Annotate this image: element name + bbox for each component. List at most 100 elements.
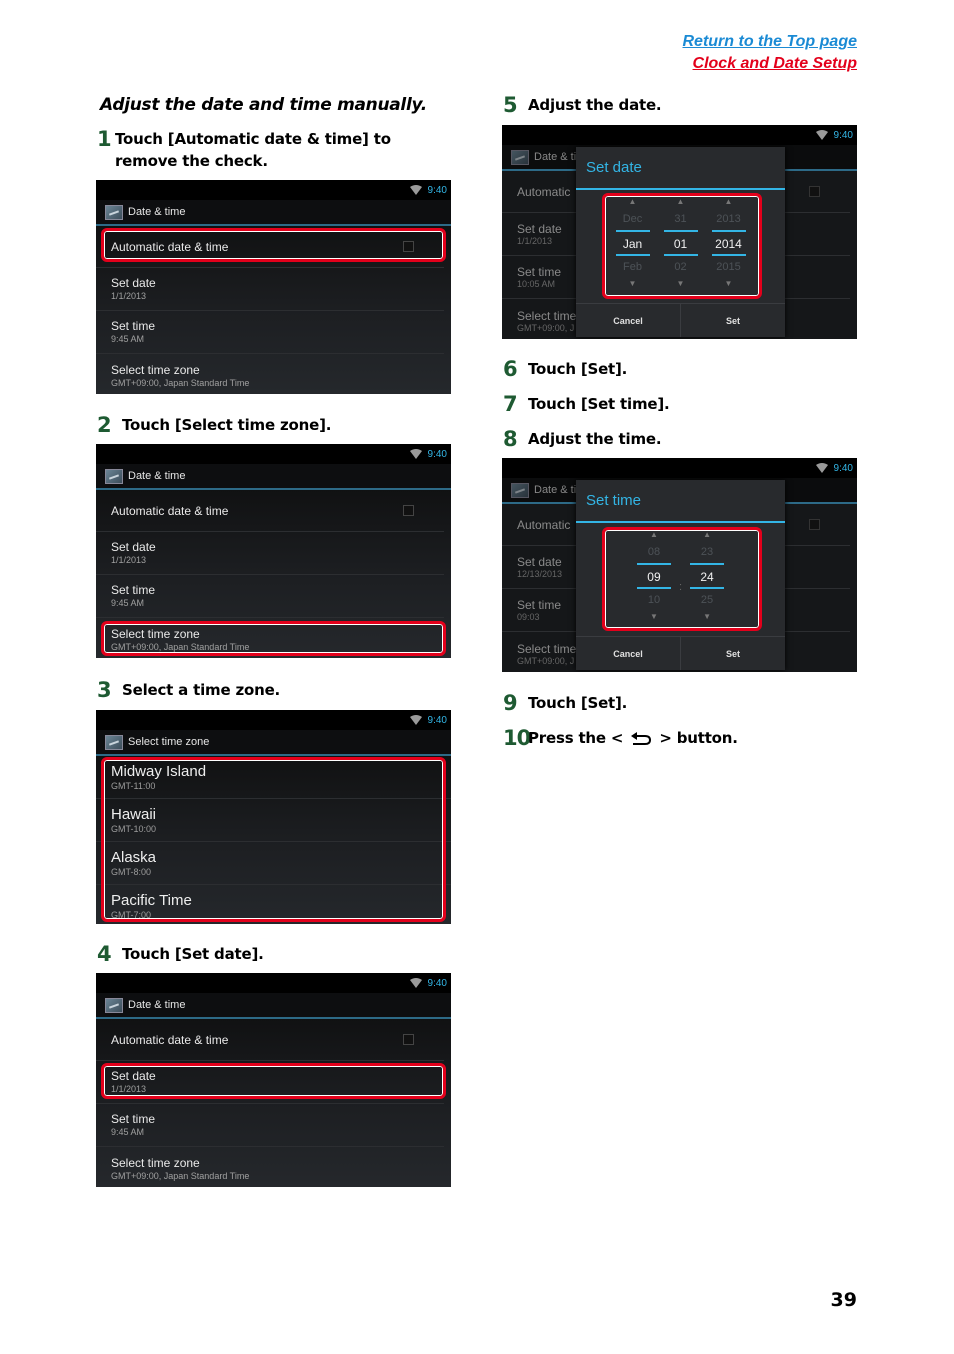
row-subtitle: GMT+09:00, Japan Standard Time <box>111 377 250 388</box>
day-picker[interactable]: ▲ 31 01 02 ▼ <box>663 196 698 310</box>
screenshot-set-time-dialog: 9:40 Date & ti Automatic Set date 12/13/… <box>502 458 857 672</box>
automatic-checkbox[interactable] <box>403 240 414 252</box>
row-subtitle: 9:45 AM <box>111 334 145 344</box>
dialog-title: Set time <box>576 480 785 523</box>
next-value: 25 <box>700 594 714 606</box>
return-to-top-link[interactable]: Return to the Top page <box>682 31 857 53</box>
increment-arrow-icon[interactable]: ▲ <box>677 196 685 208</box>
decrement-arrow-icon[interactable]: ▼ <box>703 611 711 623</box>
status-clock: 9:40 <box>427 714 447 726</box>
set-button[interactable]: Set <box>680 304 785 337</box>
select-time-zone-row[interactable]: Select time zone GMT+09:00, Japan Standa… <box>96 354 444 394</box>
automatic-date-time-row[interactable]: Automatic date & time <box>96 1019 444 1061</box>
increment-arrow-icon[interactable]: ▲ <box>629 196 637 208</box>
time-zone-item[interactable]: Hawaii GMT-10:00 <box>96 799 451 842</box>
row-subtitle: 9:45 AM <box>111 598 145 608</box>
time-zone-item[interactable]: Pacific Time GMT-7:00 <box>96 885 451 924</box>
wifi-icon <box>815 463 828 473</box>
selected-value[interactable]: 24 <box>690 563 725 589</box>
hour-picker[interactable]: ▲ 08 09 10 ▼ <box>636 529 671 643</box>
row-title: Select time zone <box>111 362 200 377</box>
action-bar-title: Date & ti <box>534 151 577 163</box>
increment-arrow-icon[interactable]: ▲ <box>650 529 658 541</box>
step-text: Touch [Set]. <box>528 360 628 378</box>
select-time-zone-row[interactable]: Select time zone GMT+09:00, Japan Standa… <box>96 1147 444 1187</box>
screenshot-time-zone-list: 9:40 Select time zone Midway Island GMT-… <box>96 710 451 924</box>
action-bar: Date & time <box>96 200 451 226</box>
automatic-date-time-row[interactable]: Automatic date & time <box>96 226 444 268</box>
time-zone-offset: GMT-8:00 <box>111 866 152 877</box>
step-text-before: Press the < <box>528 729 624 747</box>
step-number: 6 <box>503 357 518 381</box>
increment-arrow-icon[interactable]: ▲ <box>703 529 711 541</box>
automatic-checkbox[interactable] <box>403 1033 414 1045</box>
step-text: Touch [Select time zone]. <box>122 416 332 434</box>
step-text: Select a time zone. <box>122 681 281 699</box>
status-bar: 9:40 <box>502 125 857 145</box>
wifi-icon <box>409 449 422 459</box>
minute-picker[interactable]: ▲ 23 24 25 ▼ <box>690 529 725 643</box>
step-1: 1 Touch [Automatic date & time] to remov… <box>97 128 427 172</box>
step-text: Adjust the date. <box>528 96 662 114</box>
row-title: Automatic date & time <box>111 503 229 518</box>
cancel-button[interactable]: Cancel <box>576 637 680 670</box>
time-zone-name: Alaska <box>111 848 157 866</box>
select-time-zone-row[interactable]: Select time zone GMT+09:00, Japan Standa… <box>96 618 444 658</box>
year-picker[interactable]: ▲ 2013 2014 2015 ▼ <box>711 196 746 310</box>
row-subtitle: GMT+09:00, Japan Standard Time <box>111 641 250 652</box>
selected-value[interactable]: 09 <box>636 563 671 589</box>
row-subtitle: 9:45 AM <box>111 1127 145 1137</box>
selected-value[interactable]: Jan <box>615 230 650 256</box>
selected-value[interactable]: 01 <box>663 230 698 256</box>
automatic-checkbox[interactable] <box>403 504 414 516</box>
set-date-row[interactable]: Set date 1/1/2013 <box>96 532 444 575</box>
time-zone-item[interactable]: Midway Island GMT-11:00 <box>96 756 451 799</box>
selected-value[interactable]: 2014 <box>711 230 746 256</box>
cancel-button[interactable]: Cancel <box>576 304 680 337</box>
set-button[interactable]: Set <box>680 637 785 670</box>
step-5: 5 Adjust the date. <box>503 94 662 116</box>
decrement-arrow-icon[interactable]: ▼ <box>677 278 685 290</box>
prev-value: 08 <box>647 546 661 558</box>
clock-date-setup-link[interactable]: Clock and Date Setup <box>682 53 857 75</box>
step-text: Adjust the time. <box>528 430 662 448</box>
row-title: Set time <box>111 1112 156 1126</box>
automatic-date-time-row[interactable]: Automatic date & time <box>96 490 444 532</box>
row-subtitle: 1/1/2013 <box>111 555 147 565</box>
action-bar-title: Date & ti <box>534 484 577 496</box>
wifi-icon <box>409 715 422 725</box>
decrement-arrow-icon[interactable]: ▼ <box>725 278 733 290</box>
set-date-row[interactable]: Set date 1/1/2013 <box>96 1061 444 1104</box>
month-picker[interactable]: ▲ Dec Jan Feb ▼ <box>615 196 650 310</box>
time-zone-item[interactable]: Alaska GMT-8:00 <box>96 842 451 885</box>
step-number: 4 <box>97 942 112 966</box>
row-title: Automatic date & time <box>111 1032 229 1047</box>
time-zone-name: Midway Island <box>111 762 207 780</box>
screenshot-date-time-1: 9:40 Date & time Automatic date & time S… <box>96 180 451 394</box>
wifi-icon <box>409 185 422 195</box>
screenshot-date-time-2: 9:40 Date & time Automatic date & time S… <box>96 444 451 658</box>
header-links: Return to the Top page Clock and Date Se… <box>682 31 857 75</box>
set-time-row[interactable]: Set time 9:45 AM <box>96 575 444 618</box>
set-time-row[interactable]: Set time 9:45 AM <box>96 1104 444 1147</box>
decrement-arrow-icon[interactable]: ▼ <box>650 611 658 623</box>
next-value: Feb <box>623 261 642 273</box>
set-date-row[interactable]: Set date 1/1/2013 <box>96 268 444 311</box>
step-number: 9 <box>503 691 518 715</box>
status-clock: 9:40 <box>427 184 447 196</box>
decrement-arrow-icon[interactable]: ▼ <box>629 278 637 290</box>
prev-value: 23 <box>700 546 714 558</box>
wifi-icon <box>815 130 828 140</box>
settings-app-icon <box>511 482 529 498</box>
page-number: 39 <box>830 1289 857 1311</box>
action-bar-title: Date & time <box>128 999 186 1011</box>
step-number: 10 <box>503 726 531 750</box>
action-bar-title: Date & time <box>128 470 186 482</box>
row-title: Set time <box>111 583 156 597</box>
step-text: Press the < > button. <box>528 727 738 749</box>
step-4: 4 Touch [Set date]. <box>97 943 264 965</box>
step-text: Touch [Set time]. <box>528 395 670 413</box>
row-title: Select time zone <box>111 626 200 641</box>
set-time-row[interactable]: Set time 9:45 AM <box>96 311 444 354</box>
increment-arrow-icon[interactable]: ▲ <box>725 196 733 208</box>
